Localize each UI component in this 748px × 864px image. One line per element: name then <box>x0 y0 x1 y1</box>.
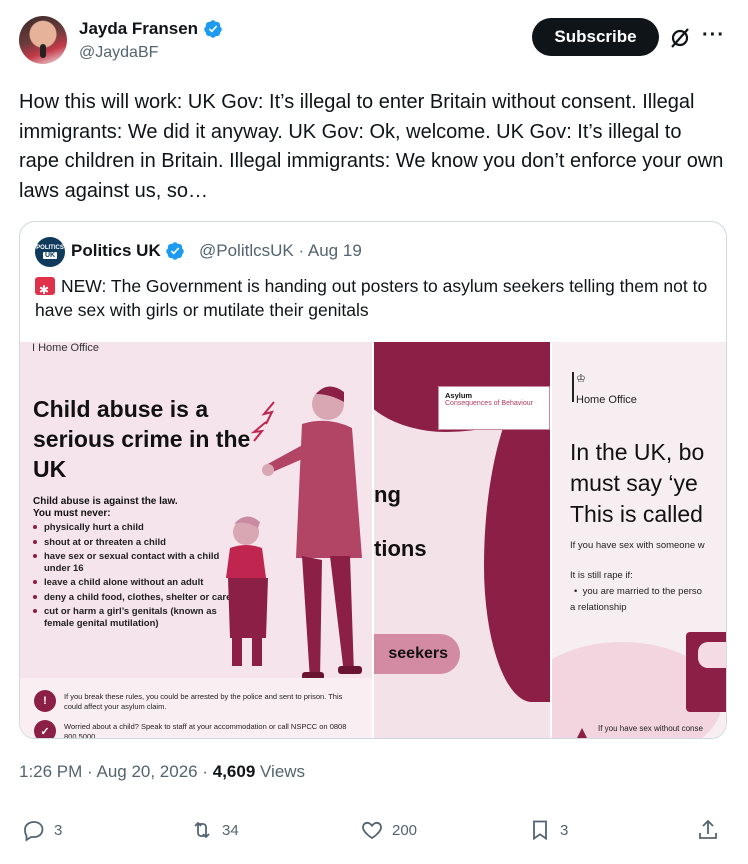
poster1-illustration <box>226 386 362 680</box>
bookmark-button[interactable]: 3 <box>528 818 568 842</box>
quoted-tweet[interactable]: POLITICS UK Politics UK @PolitlcsUK · Au… <box>19 221 727 739</box>
poster1-sub1: Child abuse is against the law. <box>33 496 178 507</box>
poster2-word1: ng <box>374 482 401 507</box>
microphone-icon <box>40 44 46 58</box>
poster3-line2: It is still rape if: <box>570 570 633 581</box>
poster1-sub2: You must never: <box>33 508 111 519</box>
poster3-foot: If you have sex without conse <box>598 724 703 733</box>
poster3-heading-line: must say ‘ye <box>570 470 698 496</box>
like-count: 200 <box>392 821 418 839</box>
poster3-line1: If you have sex with someone w <box>570 540 705 551</box>
views-label: Views <box>255 762 306 781</box>
tweet-text: How this will work: UK Gov: It’s illegal… <box>19 91 724 202</box>
quote-avatar-text-bottom: UK <box>42 252 58 259</box>
repost-button[interactable]: 34 <box>190 818 239 842</box>
quote-author-avatar[interactable]: POLITICS UK <box>35 237 65 267</box>
action-bar: 3 34 200 3 <box>0 818 748 854</box>
quote-text: NEW: The Government is handing out poste… <box>35 276 708 320</box>
poster1-warn1: If you break these rules, you could be a… <box>64 692 343 711</box>
share-button[interactable] <box>696 818 720 842</box>
poster2-tag-title: Asylum <box>445 391 473 400</box>
like-button[interactable]: 200 <box>360 818 417 842</box>
quote-media[interactable]: I Home Office Child abuse is a serious c… <box>20 342 726 739</box>
pillow-illustration <box>698 642 726 668</box>
poster1-list-item: physically hurt a child <box>33 522 243 534</box>
poster3-office: Home Office <box>576 394 637 406</box>
shield-icon: ✓ <box>34 720 56 738</box>
poster-image-2[interactable]: Asylum Consequences of Behaviour ng tion… <box>374 342 550 738</box>
more-options-icon[interactable]: ··· <box>702 24 725 47</box>
author-name-row[interactable]: Jayda Fransen <box>79 19 223 39</box>
poster-image-1[interactable]: I Home Office Child abuse is a serious c… <box>20 342 372 739</box>
share-icon <box>699 819 717 839</box>
grok-icon[interactable] <box>668 26 692 50</box>
poster2-tag-sub: Consequences of Behaviour <box>445 400 533 407</box>
quote-author-name[interactable]: Politics UK <box>71 241 161 261</box>
poster1-list-item: shout at or threaten a child <box>33 537 243 549</box>
poster1-list-item: have sex or sexual contact with a child … <box>33 551 243 574</box>
quote-author-name-row[interactable]: Politics UK <box>71 241 185 261</box>
repost-icon <box>194 821 210 839</box>
verified-badge-icon <box>204 20 222 38</box>
poster-image-3[interactable]: ♔ Home Office In the UK, bo must say ‘ye… <box>552 342 726 738</box>
quote-verified-badge-icon <box>165 242 184 260</box>
quote-text-wrap: NEW: The Government is handing out poste… <box>35 274 715 322</box>
siren-icon <box>35 277 55 302</box>
bookmark-icon <box>533 820 547 841</box>
tweet-meta: 1:26 PM · Aug 20, 2026 · 4,609 Views <box>19 762 305 782</box>
poster2-word2: tions <box>374 536 427 561</box>
quote-avatar-text-top: POLITICS <box>36 245 64 251</box>
poster1-list-item: cut or harm a girl’s genitals (known as … <box>33 606 243 629</box>
reply-count: 3 <box>54 821 63 839</box>
author-name[interactable]: Jayda Fransen <box>79 19 198 39</box>
poster1-list: physically hurt a child shout at or thre… <box>33 522 243 632</box>
poster3-heading: In the UK, bo must say ‘ye This is calle… <box>570 437 726 530</box>
crown-icon: ♔ <box>576 373 586 385</box>
poster3-heading-line: This is called <box>570 501 703 527</box>
crest-icon <box>572 372 574 402</box>
reply-icon <box>24 821 44 842</box>
poster2-pill: seekers <box>374 634 460 674</box>
poster1-list-item: leave a child alone without an adult <box>33 577 243 589</box>
warning-icon: ! <box>34 690 56 712</box>
poster2-tag: Asylum Consequences of Behaviour <box>438 386 550 430</box>
tweet-timestamp[interactable]: 1:26 PM · Aug 20, 2026 · <box>19 762 213 781</box>
poster1-warn2: Worried about a child? Speak to staff at… <box>64 722 347 739</box>
subscribe-button[interactable]: Subscribe <box>532 18 659 56</box>
reply-button[interactable]: 3 <box>22 818 62 842</box>
poster1-footer: ! If you break these rules, you could be… <box>20 678 372 739</box>
author-avatar[interactable] <box>19 16 67 64</box>
poster1-office: I Home Office <box>32 342 100 354</box>
views-count: 4,609 <box>212 762 256 781</box>
poster3-line4: a relationship <box>570 602 627 613</box>
poster3-line3: • you are married to the perso <box>574 586 702 597</box>
heart-icon <box>362 821 382 840</box>
quote-handle-date[interactable]: @PolitlcsUK · Aug 19 <box>199 241 362 261</box>
poster1-list-item: deny a child food, clothes, shelter or c… <box>33 592 243 604</box>
author-handle[interactable]: @JaydaBF <box>79 44 158 62</box>
repost-count: 34 <box>222 821 239 839</box>
poster3-heading-line: In the UK, bo <box>570 439 705 465</box>
bookmark-count: 3 <box>560 821 569 839</box>
poster1-subtext: Child abuse is against the law. You must… <box>33 496 178 520</box>
